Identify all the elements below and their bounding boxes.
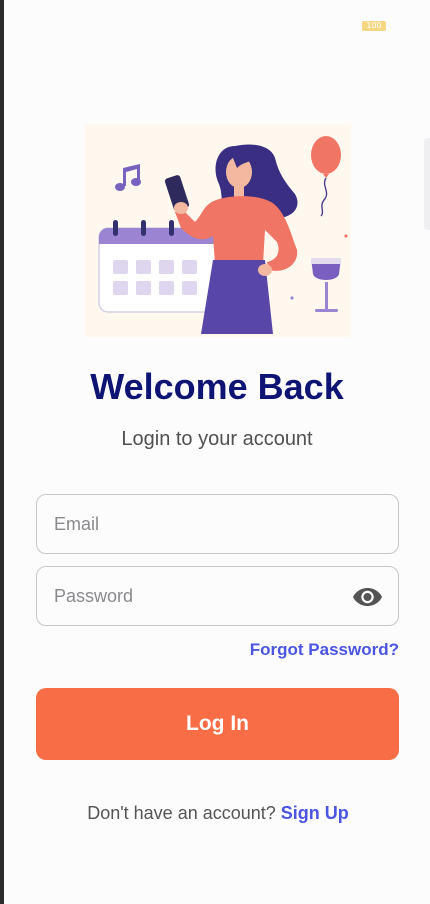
email-input[interactable] [54, 513, 334, 535]
signup-link[interactable]: Sign Up [281, 803, 349, 823]
side-handle[interactable] [424, 138, 430, 230]
login-screen: 100 Welcome Back Login to your account E… [0, 0, 430, 904]
login-button[interactable]: Log In [36, 688, 399, 760]
page-subtitle: Login to your account [121, 428, 313, 450]
welcome-illustration [85, 124, 351, 337]
email-field-container[interactable] [36, 494, 399, 554]
eye-icon[interactable] [352, 587, 383, 607]
window-edge [0, 0, 4, 904]
password-field-container[interactable] [36, 566, 399, 626]
signup-prompt-text: Don't have an account? [87, 803, 276, 823]
signup-prompt-row: Don't have an account? Sign Up [0, 803, 430, 824]
page-title: Welcome Back [90, 366, 344, 407]
battery-indicator: 100 [362, 21, 386, 31]
forgot-password-link[interactable]: Forgot Password? [250, 640, 399, 660]
password-input[interactable] [54, 585, 334, 607]
